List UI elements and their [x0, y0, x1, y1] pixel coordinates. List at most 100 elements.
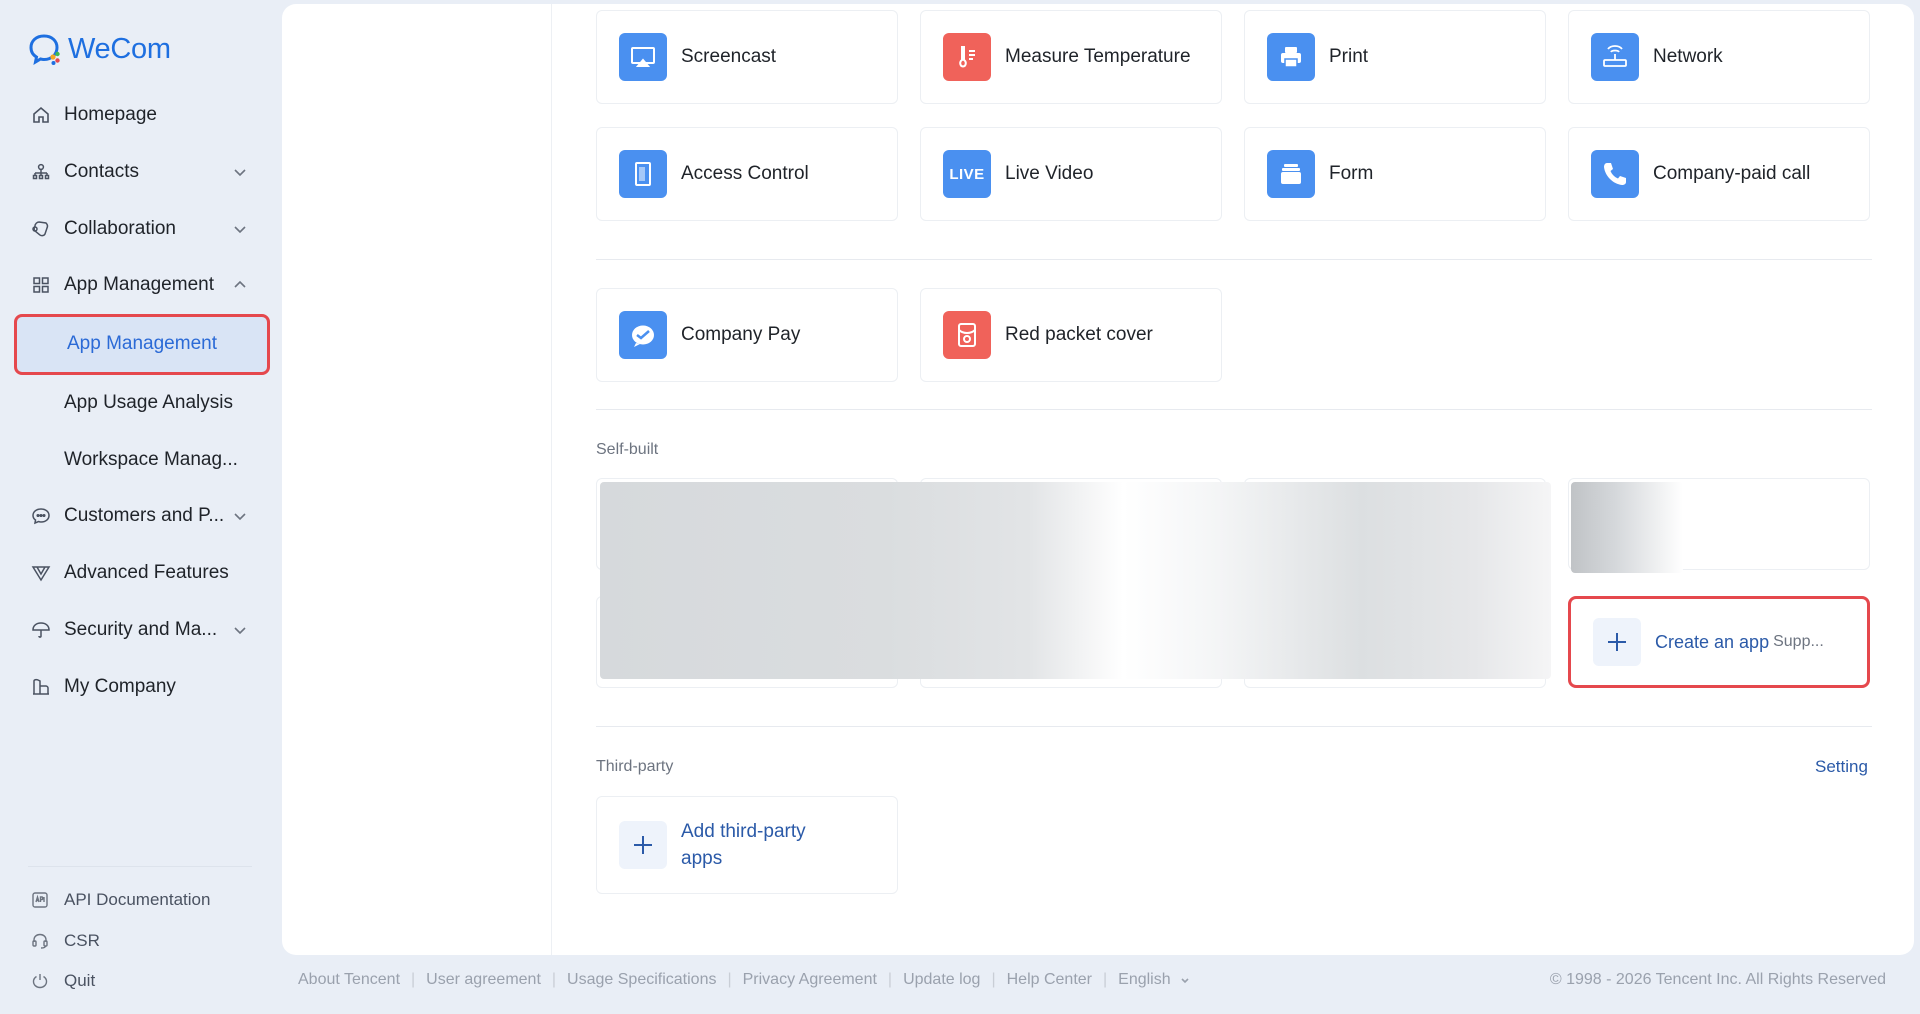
live-badge: LIVE: [949, 165, 985, 183]
sidebar-item-app-management[interactable]: App Management: [0, 257, 282, 314]
door-icon: [619, 150, 667, 198]
plus-icon: [1593, 618, 1641, 666]
screencast-icon: [619, 33, 667, 81]
chevron-down-icon: [232, 164, 248, 180]
panel-divider: [551, 4, 552, 955]
building-icon: [30, 676, 52, 698]
self-built-title: Self-built: [596, 441, 659, 458]
add-third-party-button[interactable]: Add third-party apps: [596, 796, 898, 894]
app-card-access-control[interactable]: Access Control: [596, 127, 898, 221]
sidebar-item-my-company[interactable]: My Company: [0, 658, 282, 715]
sidebar-item-contacts[interactable]: Contacts: [0, 144, 282, 201]
app-label: Company-paid call: [1653, 163, 1811, 184]
sidebar-item-label: Customers and P...: [64, 505, 225, 527]
sidebar-subitem-workspace-management[interactable]: Workspace Manag...: [0, 431, 282, 488]
language-selector[interactable]: English: [1118, 971, 1170, 989]
plus-icon: [619, 821, 667, 869]
app-label: Print: [1329, 46, 1369, 67]
app-name: WeCom: [68, 32, 171, 65]
create-app-label: Create an app: [1655, 631, 1770, 652]
sidebar-item-label: Contacts: [64, 161, 139, 183]
footer-separator: |: [411, 971, 416, 988]
app-label: Measure Temperature: [1005, 46, 1191, 67]
sidebar-item-label: App Usage Analysis: [64, 392, 233, 414]
app-card-print[interactable]: Print: [1244, 10, 1546, 104]
section-divider: [596, 259, 1872, 260]
footer-link-usage-specifications[interactable]: Usage Specifications: [567, 971, 716, 989]
sidebar: WeCom Homepage Contacts Collaboration Ap…: [0, 0, 282, 1014]
blurred-apps-overlay: [600, 482, 1551, 679]
sidebar-nav: Homepage Contacts Collaboration App Mana…: [0, 87, 282, 715]
bottom-item-label: API Documentation: [64, 890, 211, 910]
footer-separator: |: [887, 971, 893, 988]
csr-link[interactable]: CSR: [30, 921, 252, 962]
wecom-logo-icon: [28, 32, 62, 66]
app-label: Screencast: [681, 46, 777, 67]
sidebar-subitem-app-management[interactable]: App Management: [14, 313, 270, 375]
app-card-screencast[interactable]: Screencast: [596, 10, 898, 104]
app-card-red-packet-cover[interactable]: Red packet cover: [920, 288, 1222, 382]
chat-bubble-icon: [30, 505, 52, 527]
create-app-button[interactable]: Create an app Supp...: [1568, 596, 1870, 688]
sidebar-item-customers[interactable]: Customers and P...: [0, 488, 282, 545]
footer-link-about[interactable]: About Tencent: [298, 971, 400, 989]
thermometer-icon: [943, 33, 991, 81]
footer-link-privacy[interactable]: Privacy Agreement: [743, 971, 877, 989]
app-card-measure-temperature[interactable]: Measure Temperature: [920, 10, 1222, 104]
chevron-up-icon: [232, 277, 248, 293]
bottom-item-label: Quit: [64, 971, 96, 991]
app-label: Form: [1329, 163, 1374, 184]
sidebar-item-label: Workspace Manag...: [64, 448, 238, 470]
setting-link[interactable]: Setting: [1815, 757, 1868, 777]
umbrella-icon: [30, 619, 52, 641]
router-icon: [1591, 33, 1639, 81]
footer-links: About Tencent | User agreement | Usage S…: [298, 971, 1191, 989]
third-party-title: Third-party: [596, 758, 674, 775]
api-documentation-link[interactable]: API Documentation: [30, 880, 252, 921]
company-pay-icon: [619, 311, 667, 359]
chevron-down-icon: [232, 508, 248, 524]
section-divider: [596, 409, 1872, 410]
sidebar-item-label: Advanced Features: [64, 562, 229, 584]
sidebar-item-security[interactable]: Security and Ma...: [0, 602, 282, 659]
sidebar-item-collaboration[interactable]: Collaboration: [0, 200, 282, 257]
footer-link-help-center[interactable]: Help Center: [1007, 971, 1092, 989]
app-card-network[interactable]: Network: [1568, 10, 1870, 104]
footer-separator: |: [1102, 971, 1108, 988]
wecom-logo[interactable]: WeCom: [28, 32, 171, 66]
footer-link-user-agreement[interactable]: User agreement: [426, 971, 541, 989]
add-third-party-label: Add third-party apps: [681, 821, 806, 869]
app-card-company-paid-call[interactable]: Company-paid call: [1568, 127, 1870, 221]
chevron-down-icon: [232, 221, 248, 237]
sidebar-item-label: Homepage: [64, 104, 157, 126]
app-label: Network: [1653, 46, 1723, 67]
section-divider: [596, 726, 1872, 727]
form-icon: [1267, 150, 1315, 198]
sidebar-item-label: My Company: [64, 675, 176, 697]
app-card-company-pay[interactable]: Company Pay: [596, 288, 898, 382]
app-label: Company Pay: [681, 324, 801, 345]
sidebar-item-homepage[interactable]: Homepage: [0, 87, 282, 144]
quit-link[interactable]: Quit: [30, 961, 252, 1002]
chevron-down-icon: [232, 622, 248, 638]
org-chart-icon: [30, 161, 52, 183]
bottom-item-label: CSR: [64, 930, 100, 950]
red-packet-icon: [943, 311, 991, 359]
sidebar-item-label: App Management: [67, 333, 217, 355]
sidebar-item-advanced-features[interactable]: Advanced Features: [0, 545, 282, 602]
copyright: © 1998 - 2026 Tencent Inc. All Rights Re…: [1549, 971, 1886, 988]
sidebar-item-label: Security and Ma...: [64, 618, 218, 640]
phone-icon: [1591, 150, 1639, 198]
app-card-live-video[interactable]: LIVE Live Video: [920, 127, 1222, 221]
footer-separator: |: [727, 971, 732, 988]
app-label: Live Video: [1005, 163, 1094, 184]
live-icon: LIVE: [943, 150, 991, 198]
footer-link-update-log[interactable]: Update log: [903, 971, 980, 989]
headset-icon: [30, 931, 50, 951]
footer-separator: |: [551, 971, 557, 988]
sidebar-subitem-app-usage-analysis[interactable]: App Usage Analysis: [0, 375, 282, 432]
app-card-form[interactable]: Form: [1244, 127, 1546, 221]
chevron-down-icon[interactable]: [1179, 974, 1191, 986]
grid-icon: [30, 274, 52, 296]
sidebar-bottom: API Documentation CSR Quit: [28, 866, 252, 1002]
